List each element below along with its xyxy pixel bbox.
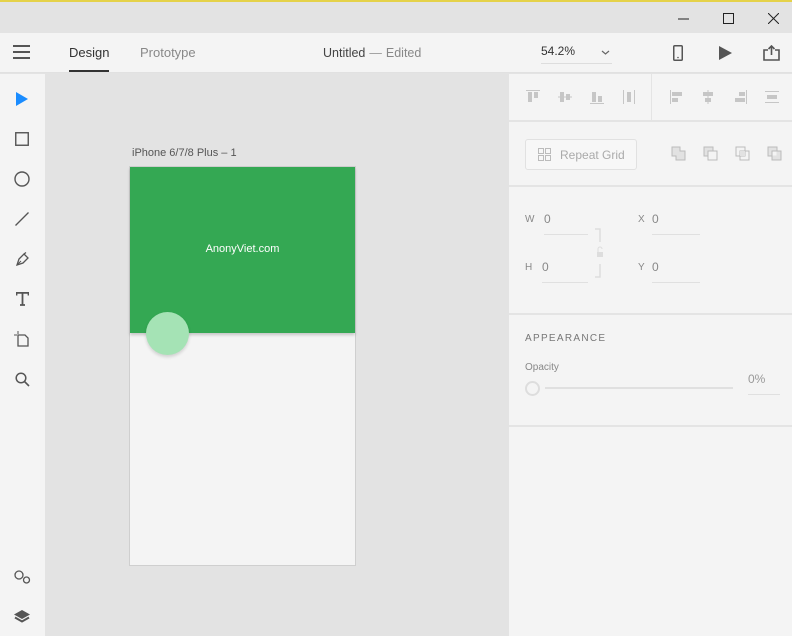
x-field[interactable]: 0 <box>652 212 659 226</box>
symbols-icon <box>13 570 30 584</box>
app-toolbar: Design Prototype Untitled — Edited 54.2% <box>0 33 792 73</box>
title-separator: — <box>369 46 382 60</box>
hamburger-icon[interactable] <box>13 45 30 59</box>
repeat-grid-button[interactable]: Repeat Grid <box>525 139 637 170</box>
repeat-grid-label: Repeat Grid <box>560 147 625 162</box>
rectangle-icon <box>15 132 29 146</box>
chevron-down-icon <box>601 50 610 55</box>
opacity-field-underline <box>748 394 780 395</box>
document-status: Edited <box>385 46 422 60</box>
close-button[interactable] <box>750 4 792 33</box>
width-label: W <box>525 214 535 225</box>
artboard[interactable]: AnonyViet.com <box>129 166 356 566</box>
floating-circle[interactable] <box>146 312 189 355</box>
tab-prototype[interactable]: Prototype <box>140 45 196 60</box>
pen-icon <box>15 251 29 266</box>
opacity-slider-track[interactable] <box>545 387 733 389</box>
layers-button[interactable] <box>11 606 33 628</box>
select-tool[interactable] <box>11 88 33 110</box>
pen-tool[interactable] <box>11 248 33 270</box>
width-field-underline <box>544 234 588 235</box>
tab-design[interactable]: Design <box>69 45 109 60</box>
height-field[interactable]: 0 <box>542 260 549 274</box>
height-label: H <box>525 262 533 273</box>
maximize-button[interactable] <box>705 4 751 33</box>
active-tab-indicator <box>69 70 109 72</box>
document-title: Untitled — Edited <box>323 46 421 60</box>
assets-button[interactable] <box>11 566 33 588</box>
opacity-slider-handle[interactable] <box>525 381 540 396</box>
height-field-underline <box>542 282 588 283</box>
y-field[interactable]: 0 <box>652 260 659 274</box>
header-text[interactable]: AnonyViet.com <box>130 243 355 255</box>
align-center-icon[interactable] <box>700 89 716 105</box>
play-icon <box>718 46 732 60</box>
align-divider <box>651 74 652 121</box>
maximize-icon <box>722 13 734 24</box>
minimize-button[interactable] <box>660 4 706 33</box>
text-tool[interactable] <box>11 288 33 310</box>
appearance-heading: APPEARANCE <box>525 333 607 344</box>
lock-aspect-icon[interactable] <box>595 228 605 278</box>
ellipse-icon <box>14 171 30 187</box>
line-icon <box>15 212 29 226</box>
document-name: Untitled <box>323 46 366 60</box>
text-icon <box>15 292 29 306</box>
y-field-underline <box>652 282 700 283</box>
width-field[interactable]: 0 <box>544 212 551 226</box>
select-icon <box>16 92 28 106</box>
zoom-level-value: 54.2% <box>541 44 576 58</box>
add-icon[interactable] <box>671 146 687 162</box>
distribute-horizontal-icon[interactable] <box>764 89 780 105</box>
layers-icon <box>14 610 30 623</box>
align-top-icon[interactable] <box>525 89 541 105</box>
artboard-label[interactable]: iPhone 6/7/8 Plus – 1 <box>132 147 237 159</box>
tools-sidebar <box>0 74 45 636</box>
section-divider <box>509 185 792 187</box>
rectangle-tool[interactable] <box>11 128 33 150</box>
design-canvas[interactable]: iPhone 6/7/8 Plus – 1 AnonyViet.com <box>45 74 509 636</box>
subtract-icon[interactable] <box>703 146 719 162</box>
distribute-vertical-icon[interactable] <box>621 89 637 105</box>
device-preview-icon <box>673 45 683 61</box>
align-bottom-icon[interactable] <box>589 89 605 105</box>
artboard-tool[interactable] <box>11 328 33 350</box>
zoom-level-dropdown[interactable]: 54.2% <box>541 44 612 64</box>
zoom-icon <box>14 371 30 387</box>
opacity-label: Opacity <box>525 362 559 373</box>
share-icon <box>762 45 780 61</box>
y-label: Y <box>638 262 645 273</box>
share-button[interactable] <box>761 43 781 63</box>
opacity-field[interactable]: 0% <box>748 372 765 386</box>
align-middle-icon[interactable] <box>557 89 573 105</box>
zoom-tool[interactable] <box>11 368 33 390</box>
play-button[interactable] <box>715 43 735 63</box>
artboard-icon <box>14 331 29 347</box>
section-divider <box>509 120 792 122</box>
x-field-underline <box>652 234 700 235</box>
minimize-icon <box>677 18 689 20</box>
header-rectangle[interactable]: AnonyViet.com <box>130 167 355 333</box>
intersect-icon[interactable] <box>735 146 751 162</box>
close-icon <box>767 13 779 24</box>
ellipse-tool[interactable] <box>11 168 33 190</box>
x-label: X <box>638 214 645 225</box>
section-divider <box>509 313 792 315</box>
line-tool[interactable] <box>11 208 33 230</box>
device-preview-button[interactable] <box>668 43 688 63</box>
repeat-grid-icon <box>538 148 551 161</box>
property-inspector: Repeat Grid W 0 H 0 X 0 Y 0 APPEARANCE O… <box>509 74 792 636</box>
section-divider <box>509 425 792 427</box>
align-left-icon[interactable] <box>669 89 685 105</box>
align-right-icon[interactable] <box>732 89 748 105</box>
exclude-icon[interactable] <box>767 146 783 162</box>
title-bar <box>0 2 792 33</box>
